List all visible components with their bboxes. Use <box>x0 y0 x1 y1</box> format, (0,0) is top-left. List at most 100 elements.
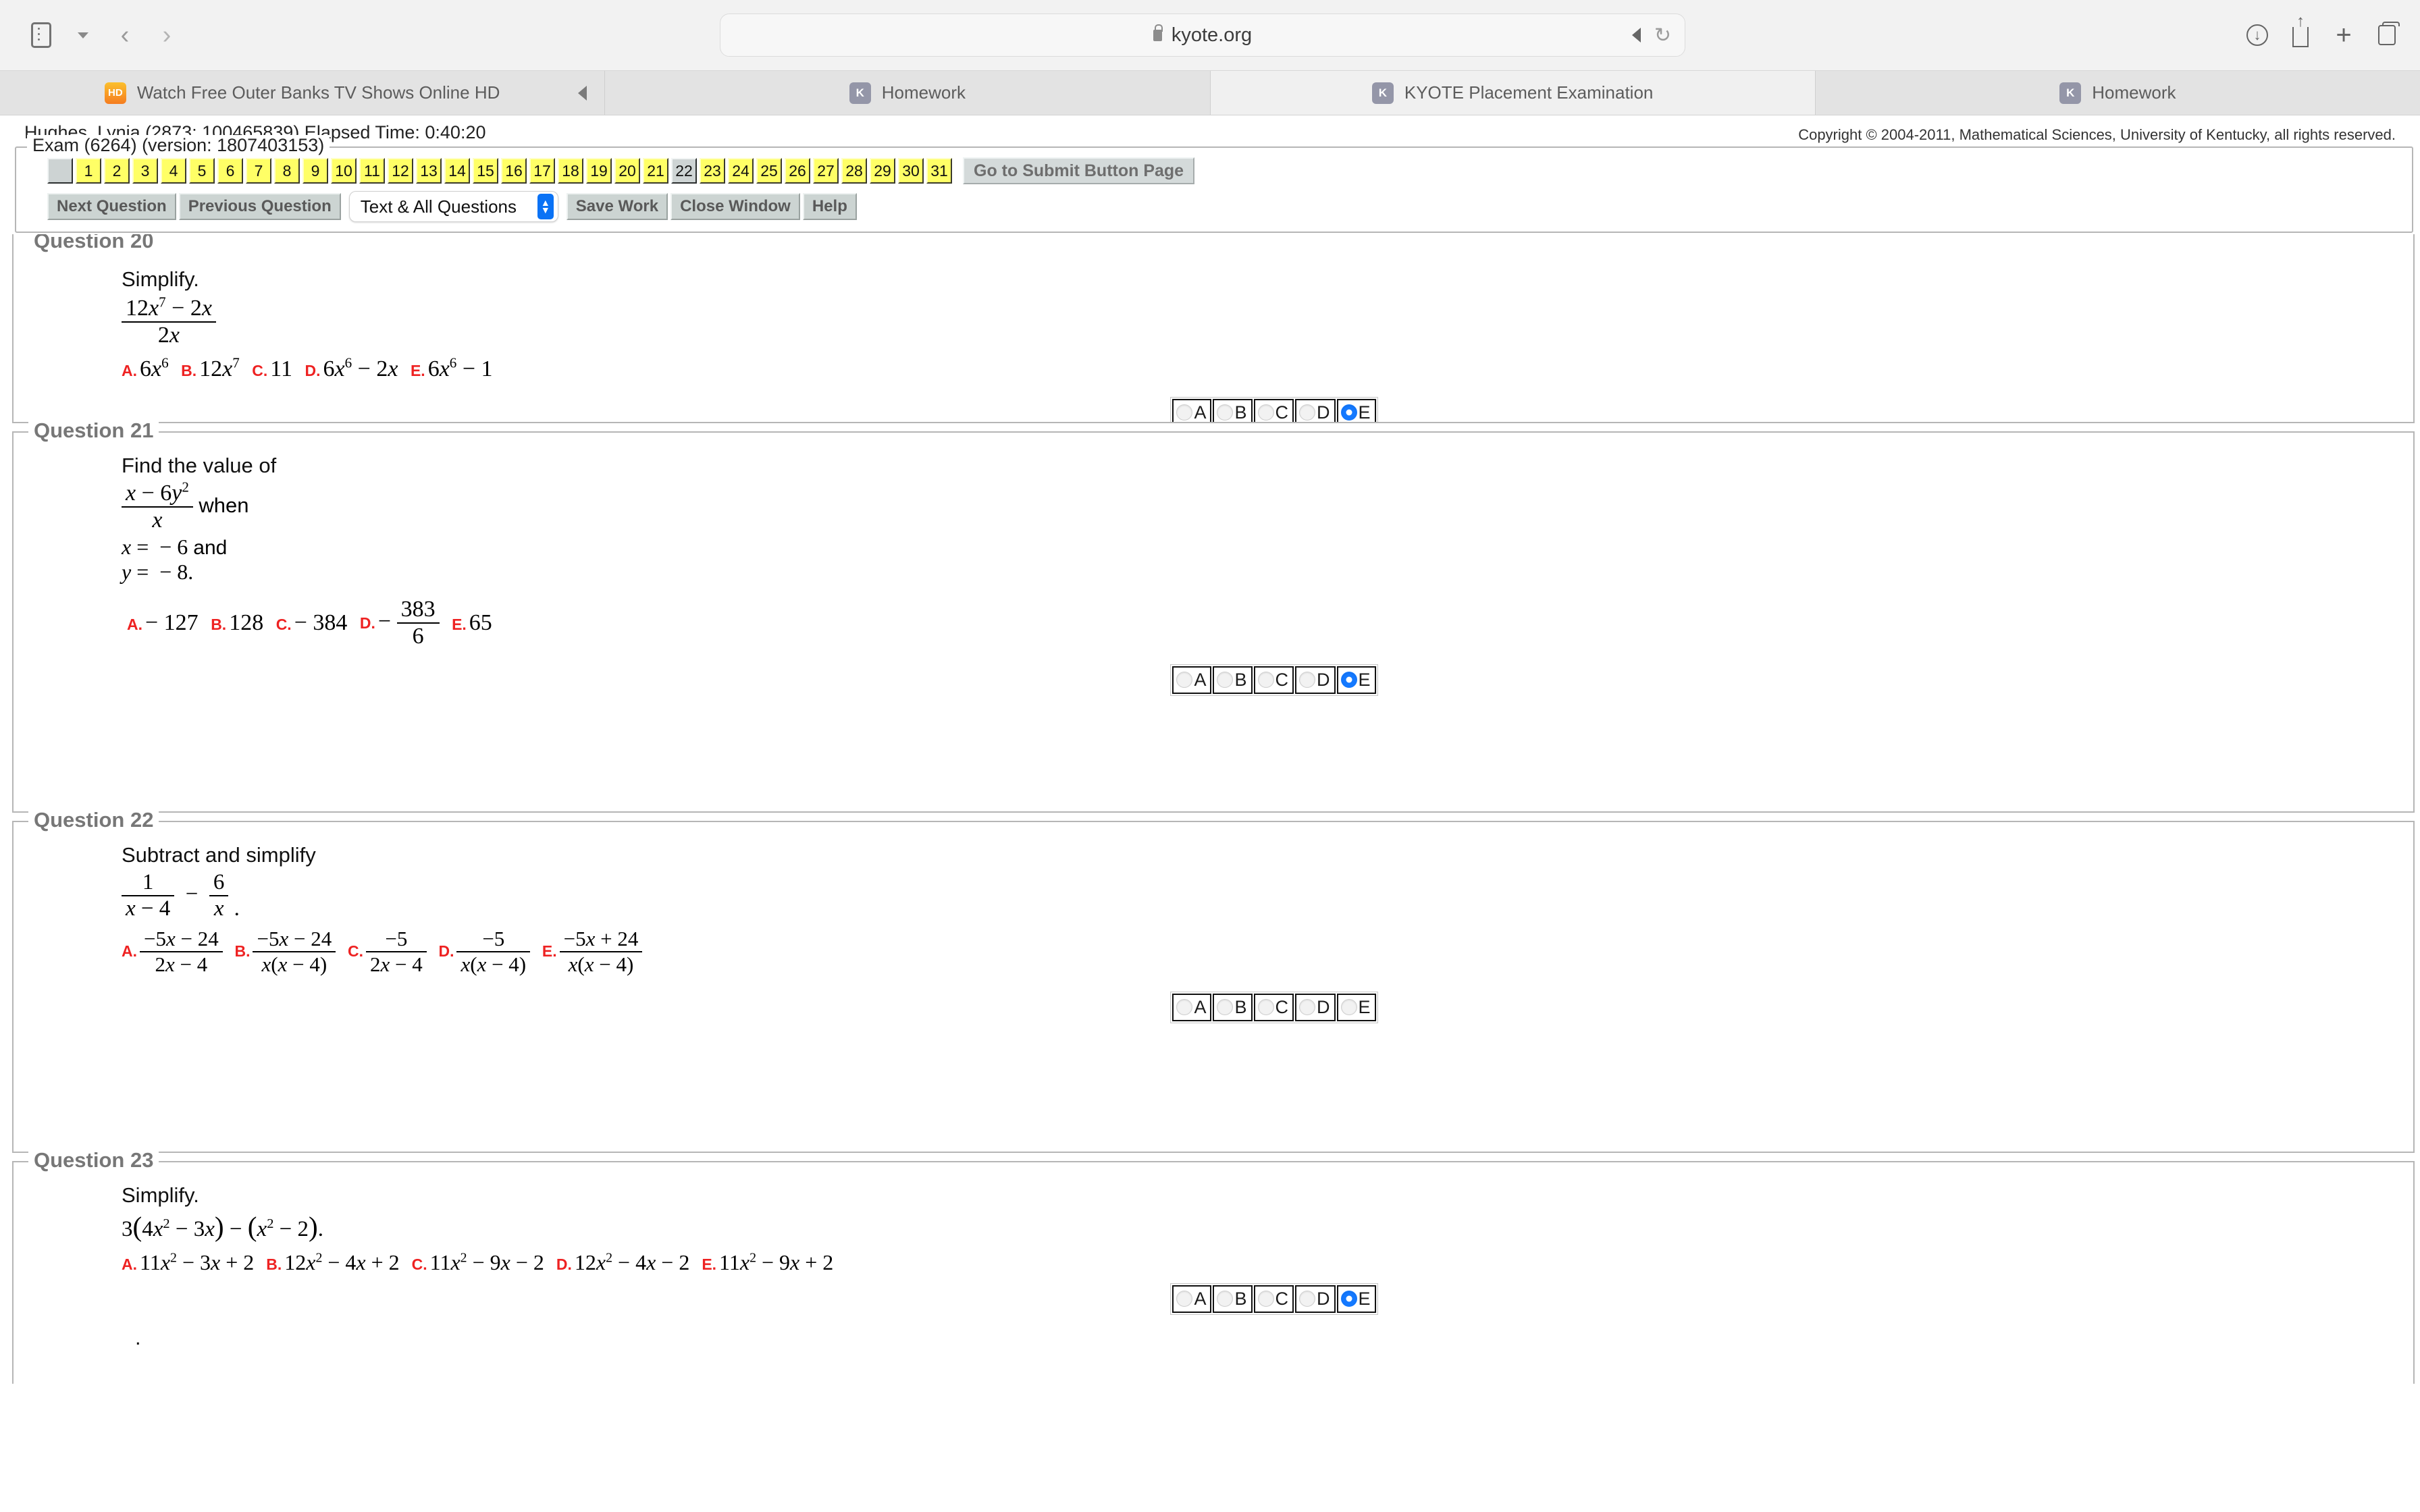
question-nav-30[interactable]: 30 <box>898 158 924 184</box>
radio-b[interactable] <box>1217 404 1234 421</box>
question-nav-2[interactable]: 2 <box>104 158 130 184</box>
question-nav-12[interactable]: 12 <box>388 158 413 184</box>
answer-option-d[interactable]: D <box>1295 1285 1336 1313</box>
chevron-down-icon[interactable] <box>65 17 101 53</box>
tab-mute-icon[interactable] <box>578 85 587 101</box>
answer-option-b[interactable]: B <box>1213 993 1253 1021</box>
option-a[interactable]: A. −5x − 24 2x − 4 <box>122 927 223 977</box>
radio-c[interactable] <box>1257 999 1274 1016</box>
question-nav-22[interactable]: 22 <box>671 158 697 184</box>
option-e[interactable]: E. 11x2 − 9x + 2 <box>702 1250 833 1275</box>
radio-d[interactable] <box>1299 999 1315 1016</box>
option-c[interactable]: C. 11x2 − 9x − 2 <box>412 1250 544 1275</box>
save-work-button[interactable]: Save Work <box>566 193 668 220</box>
previous-question-button[interactable]: Previous Question <box>178 193 341 220</box>
option-b[interactable]: B. 128 <box>211 610 263 636</box>
option-a[interactable]: A. 6x6 <box>122 356 169 382</box>
option-e[interactable]: E. 6x6 − 1 <box>411 356 493 382</box>
help-button[interactable]: Help <box>802 193 857 220</box>
radio-e[interactable] <box>1340 404 1357 421</box>
next-question-button[interactable]: Next Question <box>47 193 176 220</box>
radio-a[interactable] <box>1176 999 1193 1016</box>
option-b[interactable]: B. −5x − 24 x(x − 4) <box>234 927 336 977</box>
question-nav-9[interactable]: 9 <box>302 158 328 184</box>
question-nav-10[interactable]: 10 <box>331 158 357 184</box>
radio-a[interactable] <box>1176 672 1193 688</box>
question-nav-29[interactable]: 29 <box>870 158 895 184</box>
question-nav-23[interactable]: 23 <box>700 158 725 184</box>
option-d[interactable]: D. 12x2 − 4x − 2 <box>556 1250 689 1275</box>
answer-option-b[interactable]: B <box>1213 398 1253 422</box>
question-nav-17[interactable]: 17 <box>529 158 555 184</box>
option-b[interactable]: B. 12x7 <box>181 356 240 382</box>
reload-icon[interactable]: ↻ <box>1654 24 1671 47</box>
question-nav-26[interactable]: 26 <box>785 158 810 184</box>
question-nav-28[interactable]: 28 <box>841 158 867 184</box>
radio-a[interactable] <box>1176 404 1193 421</box>
answer-option-b[interactable]: B <box>1213 666 1253 694</box>
question-nav-21[interactable]: 21 <box>643 158 668 184</box>
question-nav-6[interactable]: 6 <box>217 158 243 184</box>
close-window-button[interactable]: Close Window <box>670 193 800 220</box>
browser-tab-0[interactable]: HD Watch Free Outer Banks TV Shows Onlin… <box>0 71 606 115</box>
address-bar[interactable]: kyote.org ↻ <box>720 14 1685 57</box>
radio-e[interactable] <box>1340 672 1357 688</box>
question-nav-4[interactable]: 4 <box>161 158 186 184</box>
option-e[interactable]: E. −5x + 24 x(x − 4) <box>542 927 643 977</box>
answer-option-e[interactable]: E <box>1336 993 1376 1021</box>
answer-option-d[interactable]: D <box>1295 666 1336 694</box>
question-nav-3[interactable]: 3 <box>132 158 158 184</box>
question-nav-15[interactable]: 15 <box>473 158 498 184</box>
question-nav-13[interactable]: 13 <box>416 158 442 184</box>
radio-a[interactable] <box>1176 1291 1193 1307</box>
option-c[interactable]: C. − 384 <box>276 610 348 636</box>
answer-option-a[interactable]: A <box>1172 993 1212 1021</box>
radio-c[interactable] <box>1257 404 1274 421</box>
question-nav-18[interactable]: 18 <box>558 158 583 184</box>
answer-option-e[interactable]: E <box>1336 666 1376 694</box>
answer-option-a[interactable]: A <box>1172 1285 1212 1313</box>
answer-option-e[interactable]: E <box>1336 398 1376 422</box>
forward-arrow-icon[interactable]: › <box>149 17 185 53</box>
option-e[interactable]: E. 65 <box>452 610 492 636</box>
sidebar-icon[interactable] <box>23 17 59 53</box>
answer-option-c[interactable]: C <box>1253 993 1294 1021</box>
radio-d[interactable] <box>1299 404 1315 421</box>
question-nav-1[interactable]: 1 <box>76 158 101 184</box>
answer-option-b[interactable]: B <box>1213 1285 1253 1313</box>
answer-option-a[interactable]: A <box>1172 666 1212 694</box>
question-nav-7[interactable]: 7 <box>246 158 271 184</box>
answer-option-c[interactable]: C <box>1253 666 1294 694</box>
answer-option-d[interactable]: D <box>1295 398 1336 422</box>
plus-icon[interactable]: + <box>2331 22 2357 49</box>
answer-option-a[interactable]: A <box>1172 398 1212 422</box>
go-to-submit-button[interactable]: Go to Submit Button Page <box>963 157 1195 184</box>
question-nav-5[interactable]: 5 <box>189 158 215 184</box>
question-nav-25[interactable]: 25 <box>756 158 782 184</box>
question-nav-11[interactable]: 11 <box>359 158 385 184</box>
answer-option-d[interactable]: D <box>1295 993 1336 1021</box>
question-nav-8[interactable]: 8 <box>274 158 300 184</box>
option-b[interactable]: B. 12x2 − 4x + 2 <box>266 1250 399 1275</box>
option-a[interactable]: A. − 127 <box>127 610 199 636</box>
question-nav-19[interactable]: 19 <box>586 158 612 184</box>
option-d[interactable]: D. − 383 6 <box>360 597 440 649</box>
answer-option-c[interactable]: C <box>1253 398 1294 422</box>
radio-b[interactable] <box>1217 999 1234 1016</box>
radio-d[interactable] <box>1299 672 1315 688</box>
radio-e[interactable] <box>1340 1291 1357 1307</box>
radio-c[interactable] <box>1257 672 1274 688</box>
download-icon[interactable] <box>2244 22 2270 48</box>
option-a[interactable]: A. 11x2 − 3x + 2 <box>122 1250 254 1275</box>
question-nav-27[interactable]: 27 <box>813 158 839 184</box>
option-c[interactable]: C. 11 <box>252 356 292 382</box>
question-nav-31[interactable]: 31 <box>926 158 952 184</box>
share-icon[interactable] <box>2288 22 2313 48</box>
tabs-icon[interactable] <box>2374 22 2400 48</box>
question-nav-blank[interactable] <box>47 158 73 184</box>
question-nav-24[interactable]: 24 <box>728 158 754 184</box>
back-arrow-icon[interactable]: ‹ <box>107 17 143 53</box>
radio-b[interactable] <box>1217 1291 1234 1307</box>
view-mode-select[interactable]: Text & All Questions ▲ ▼ <box>348 191 558 222</box>
answer-option-c[interactable]: C <box>1253 1285 1294 1313</box>
